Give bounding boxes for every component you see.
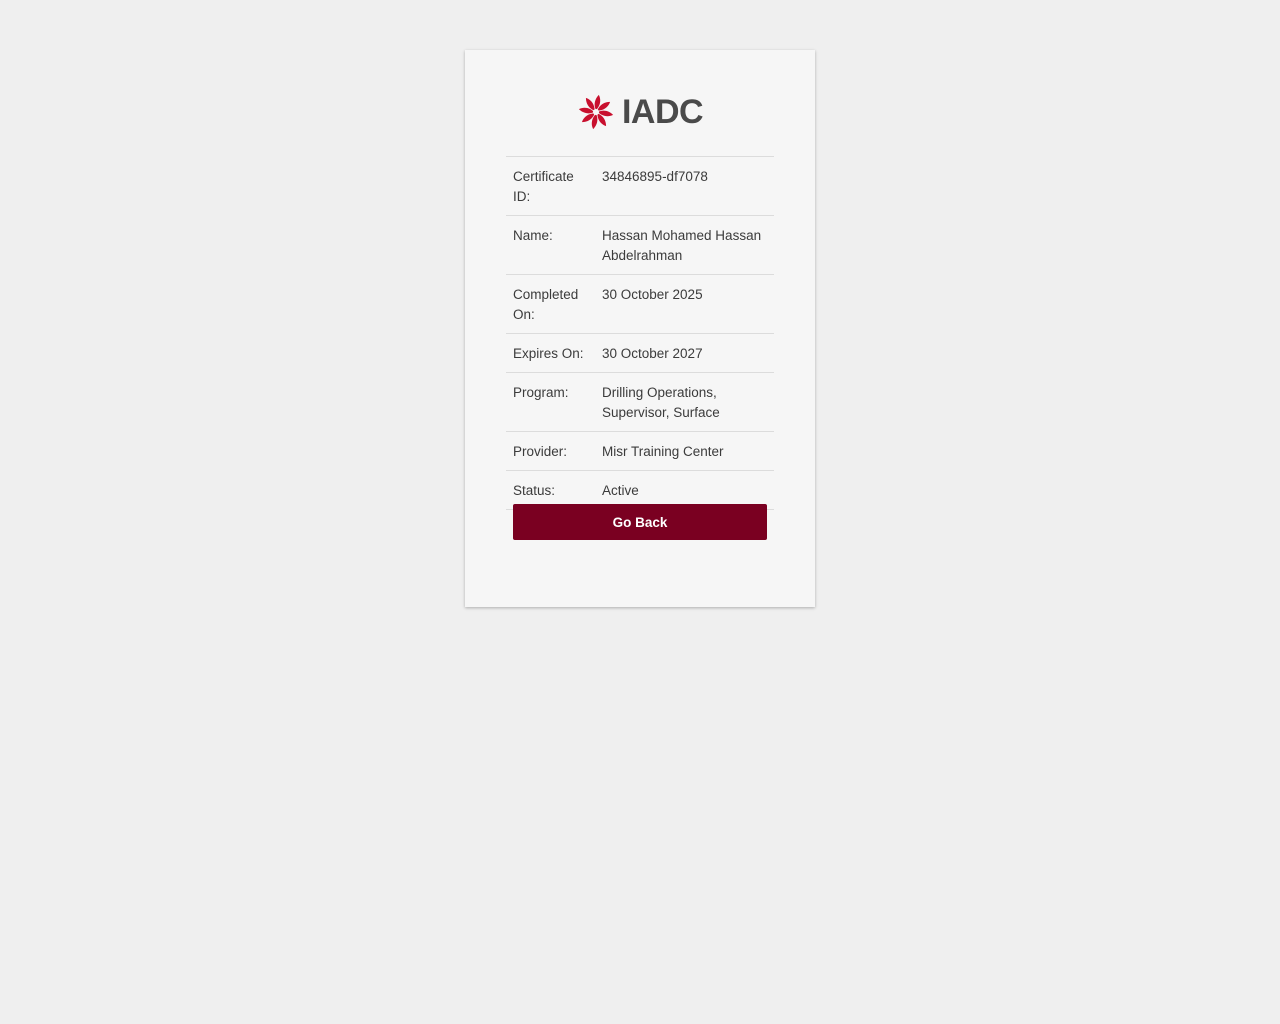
provider-label: Provider: — [513, 444, 568, 459]
expires-on-value: 30 October 2027 — [602, 346, 703, 361]
name-label: Name: — [513, 228, 553, 243]
completed-on-value: 30 October 2025 — [602, 287, 703, 302]
table-row: Provider: Misr Training Center — [506, 431, 774, 471]
program-label: Program: — [513, 385, 569, 400]
provider-value: Misr Training Center — [602, 444, 724, 459]
certificate-id-label: Certificate ID: — [513, 169, 574, 204]
name-value: Hassan Mohamed Hassan Abdelrahman — [602, 228, 762, 263]
certificate-details-table: Certificate ID: 34846895-df7078 Name: Ha… — [506, 156, 774, 510]
table-row: Program: Drilling Operations, Supervisor… — [506, 372, 774, 432]
certificate-card: IADC Certificate ID: 34846895-df7078 Nam… — [465, 50, 815, 607]
program-value: Drilling Operations, Supervisor, Surface — [602, 385, 720, 420]
certificate-id-value: 34846895-df7078 — [602, 169, 708, 184]
iadc-wordmark: IADC — [621, 93, 704, 131]
completed-on-label: Completed On: — [513, 287, 579, 322]
table-row: Completed On: 30 October 2025 — [506, 274, 774, 334]
table-row: Certificate ID: 34846895-df7078 — [506, 156, 774, 216]
table-row: Expires On: 30 October 2027 — [506, 333, 774, 373]
table-row: Name: Hassan Mohamed Hassan Abdelrahman — [506, 215, 774, 275]
iadc-pinwheel-icon — [578, 94, 614, 130]
expires-on-label: Expires On: — [513, 346, 584, 361]
iadc-logo: IADC — [465, 90, 815, 134]
go-back-button[interactable]: Go Back — [513, 504, 767, 540]
